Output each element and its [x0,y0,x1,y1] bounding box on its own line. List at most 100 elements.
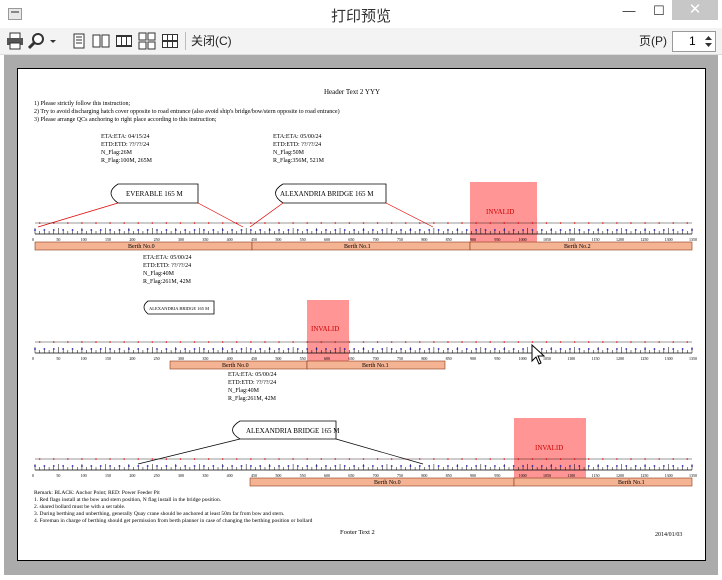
four-pages-icon[interactable] [138,32,156,50]
bollard-marker [315,348,318,350]
one-page-icon[interactable] [70,32,88,50]
feeder-pit-marker [644,458,646,460]
bollard-marker [184,465,187,467]
feeder-pit-marker [165,222,168,224]
close-preview-button[interactable]: 关闭(C) [191,31,232,51]
maximize-button[interactable]: ☐ [644,0,674,22]
bollard-marker [484,348,487,350]
bollard-marker [550,465,553,467]
feeder-pit-marker [38,458,41,460]
bollard-marker [221,348,224,350]
ship3-etd: ETD:ETD: ??/??/24 [143,263,191,269]
feeder-pit-marker [630,458,632,460]
feeder-pit-marker [278,341,280,343]
bollard-marker [381,229,384,231]
bollard-marker [653,465,656,467]
bollard-marker [193,465,196,467]
feeder-pit-marker [475,458,477,460]
ruler-scale-label: 950 [494,473,500,478]
remark-4: 4. Foreman in charge of berthing should … [34,517,313,524]
bollard-marker [212,348,215,350]
ruler-scale-label: 600 [324,237,330,242]
bollard-marker [90,465,93,467]
feeder-pit-marker [658,458,660,460]
ruler-scale-label: 400 [227,473,233,478]
bollard-marker [184,348,187,350]
ship2-nflag: N_Flag:50M [273,150,305,156]
bollard-marker [634,465,637,467]
bollard-marker [325,229,327,231]
feeder-pit-marker [461,222,463,224]
bollard-marker [569,229,571,231]
ruler-scale-label: 1200 [616,473,624,478]
three-pages-icon[interactable] [115,32,133,50]
two-pages-icon[interactable] [92,32,110,50]
bollard-marker [174,465,177,467]
bollard-marker [231,229,234,231]
invalid-label-3: INVALID [535,444,563,452]
feeder-pit-marker [362,341,365,343]
page-number-input[interactable]: 1 [672,31,716,52]
bollard-marker [381,348,384,350]
feeder-pit-marker [81,222,83,224]
ship4-nflag: N_Flag:40M [228,388,260,394]
bollard-marker [99,465,102,467]
zoom-dropdown-icon[interactable] [48,32,58,50]
feeder-pit-marker [390,222,393,224]
feeder-pit-marker [137,458,140,460]
bollard-marker [174,229,177,231]
preview-viewport[interactable]: Header Text 2 YYY 1) Please strictly fol… [4,55,718,575]
page-spinner-icon[interactable] [703,33,714,50]
quay-ruler-2: 0 50 100 150 200 250 300 350 400 450 500 550 600 650 7… [32,341,697,361]
feeder-pit-marker [278,458,280,460]
feeder-pit-marker [447,458,449,460]
bollard-marker [616,348,618,350]
ship4-etd: ETD:ETD: ??/??/24 [228,380,276,386]
feeder-pit-marker [264,341,266,343]
bollard-marker [540,229,543,231]
minimize-button[interactable]: — [614,0,644,22]
bollard-marker [597,465,600,467]
close-window-button[interactable]: ✕ [672,0,718,20]
feeder-pit-marker [602,341,604,343]
bollard-marker [662,348,665,350]
ship3-eta: ETA:ETA: 05/00/24 [143,255,192,261]
feeder-pit-marker [545,222,548,224]
bollard-marker [184,229,187,231]
feeder-pit-marker [503,341,506,343]
bollard-marker [240,229,243,231]
ruler-scale-label: 400 [227,237,233,242]
bollard-marker [109,348,111,350]
feeder-pit-marker [461,341,463,343]
bollard-marker [587,465,590,467]
feeder-pit-marker [165,458,168,460]
ruler-scale-label: 300 [178,237,184,242]
ruler-scale-label: 250 [154,473,160,478]
feeder-pit-marker [235,222,238,224]
ship2-rflag: R_Flag:356M, 521M [273,158,325,164]
bollard-marker [494,229,496,231]
bollard-marker [296,465,299,467]
feeder-pit-marker [686,458,689,460]
feeder-pit-marker [109,458,111,460]
bollard-marker [522,348,524,350]
remark-2: 2. shared bollard must be with a set tab… [34,504,126,510]
six-pages-icon[interactable] [161,32,179,50]
feeder-pit-marker [433,458,435,460]
bollard-marker [606,229,609,231]
bollard-marker [531,229,534,231]
invalid-label-1: INVALID [486,208,514,216]
bollard-marker [644,229,646,231]
bollard-marker [362,348,365,350]
ruler-scale-label: 700 [373,237,379,242]
feeder-pit-marker [658,341,660,343]
ruler-scale-label: 50 [56,356,60,361]
bollard-marker [625,348,628,350]
bollard-marker [249,465,252,467]
bollard-marker [315,465,318,467]
remark-3: 3. During berthing and unberthing, gener… [34,510,285,517]
bollard-marker [400,465,402,467]
zoom-icon[interactable] [28,32,46,50]
feeder-pit-marker [433,222,435,224]
print-icon[interactable] [6,32,24,50]
